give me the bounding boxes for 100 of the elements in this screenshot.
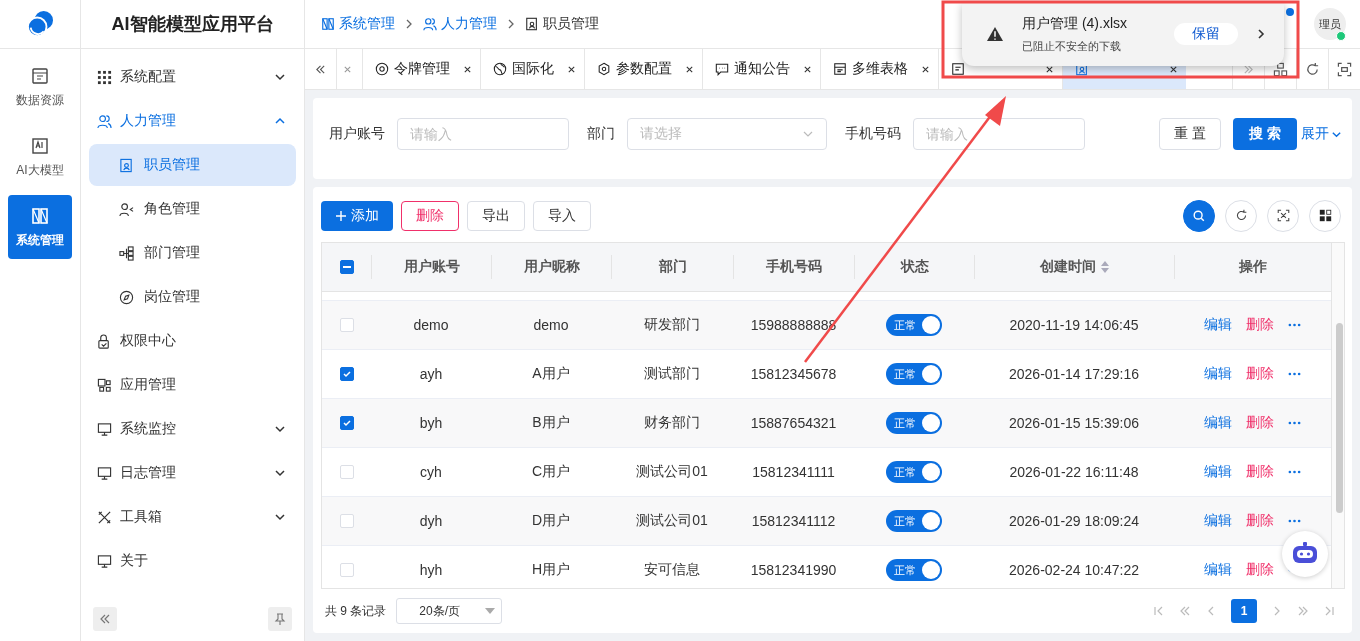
- status-switch[interactable]: 正常: [886, 412, 942, 435]
- menu-item[interactable]: 工具箱: [81, 495, 304, 539]
- menu-item[interactable]: 关于: [81, 539, 304, 583]
- columns-button[interactable]: [1309, 199, 1341, 232]
- fullscreen-icon: [1337, 61, 1352, 77]
- add-button[interactable]: 添加: [321, 200, 393, 231]
- action-link[interactable]: 删除: [1246, 414, 1274, 433]
- pin-icon: [274, 613, 286, 625]
- user-avatar[interactable]: 理员: [1314, 8, 1346, 40]
- more-icon[interactable]: [1288, 470, 1301, 475]
- menu-item[interactable]: 日志管理: [81, 451, 304, 495]
- menu-item[interactable]: 系统配置: [81, 55, 304, 99]
- status-switch[interactable]: 正常: [886, 461, 942, 484]
- select-all-checkbox[interactable]: [339, 260, 354, 275]
- chevron-icon: [274, 511, 286, 523]
- refresh-button[interactable]: [1225, 199, 1257, 232]
- close-icon[interactable]: [567, 64, 576, 74]
- org-chart-icon: [119, 245, 134, 261]
- keep-button[interactable]: 保留: [1174, 23, 1238, 45]
- column-header: 创建时间: [1039, 258, 1096, 277]
- menu-item[interactable]: 人力管理: [81, 99, 304, 143]
- more-icon[interactable]: [1288, 421, 1301, 426]
- input-field[interactable]: 请输入: [397, 118, 569, 150]
- warning-icon: [986, 26, 1004, 42]
- tab[interactable]: 参数配置: [584, 49, 702, 89]
- rail-item[interactable]: 系统管理: [8, 195, 72, 259]
- action-link[interactable]: 删除: [1246, 512, 1274, 531]
- delete-button[interactable]: 删除: [401, 200, 459, 231]
- close-icon[interactable]: [921, 64, 930, 74]
- collapse-button[interactable]: [93, 607, 117, 631]
- tab[interactable]: 通知公告: [702, 49, 820, 89]
- action-link[interactable]: 编辑: [1204, 512, 1232, 531]
- table-cell: C用户: [531, 463, 571, 482]
- action-link[interactable]: 编辑: [1204, 316, 1232, 335]
- submenu-item[interactable]: 角色管理: [89, 188, 296, 230]
- table-cell: 15812341990: [750, 562, 837, 579]
- table-cell: A用户: [532, 365, 570, 384]
- page-button[interactable]: 1: [1231, 599, 1257, 624]
- row-checkbox[interactable]: [339, 416, 354, 431]
- table-cell: H用户: [531, 561, 571, 580]
- separator-icon: [507, 18, 515, 30]
- target-icon: [375, 62, 389, 76]
- total-count: 共 9 条记录: [325, 602, 387, 620]
- action-link[interactable]: 删除: [1246, 365, 1274, 384]
- table-cell: 15812341111: [752, 464, 835, 481]
- field-label: 部门: [587, 125, 615, 143]
- action-link[interactable]: 编辑: [1204, 561, 1232, 580]
- page-size-select[interactable]: 20条/页: [396, 598, 503, 625]
- breadcrumb-item[interactable]: 人力管理: [423, 15, 497, 33]
- close-icon[interactable]: [463, 64, 472, 74]
- table-cell: 测试公司01: [636, 512, 708, 531]
- pin-button[interactable]: [268, 607, 292, 631]
- menu-item[interactable]: 权限中心: [81, 319, 304, 363]
- status-switch[interactable]: 正常: [886, 363, 942, 386]
- search-button[interactable]: [1183, 199, 1215, 232]
- tab[interactable]: 令牌管理: [362, 49, 480, 89]
- menu-item[interactable]: 应用管理: [81, 363, 304, 407]
- tab[interactable]: 多维表格: [820, 49, 938, 89]
- tab[interactable]: 国际化: [480, 49, 584, 89]
- action-link[interactable]: 编辑: [1204, 414, 1232, 433]
- breadcrumb-item[interactable]: 系统管理: [321, 15, 395, 33]
- more-icon[interactable]: [1288, 519, 1301, 524]
- submenu-item[interactable]: 部门管理: [89, 232, 296, 274]
- submenu-item[interactable]: 岗位管理: [89, 276, 296, 318]
- more-icon[interactable]: [1288, 372, 1301, 377]
- table-cell: dyh: [419, 513, 443, 530]
- monitor-icon: [97, 465, 112, 481]
- action-link[interactable]: 删除: [1246, 463, 1274, 482]
- fullscreen-button[interactable]: [1267, 199, 1299, 232]
- layout-icon: [1273, 61, 1288, 77]
- action-link[interactable]: 编辑: [1204, 365, 1232, 384]
- breadcrumb-item[interactable]: 职员管理: [525, 15, 599, 33]
- row-checkbox[interactable]: [339, 367, 354, 382]
- scrollbar[interactable]: [1331, 243, 1344, 589]
- table-cell: 2026-01-29 18:09:24: [1009, 513, 1139, 530]
- close-icon[interactable]: [685, 64, 694, 74]
- rail-item[interactable]: 数据资源: [8, 55, 72, 119]
- search-button[interactable]: 搜 索: [1233, 118, 1297, 150]
- table-cell: hyh: [419, 562, 443, 579]
- input-field[interactable]: 请输入: [913, 118, 1085, 150]
- hexagon-icon: [597, 62, 611, 76]
- grid-icon: [97, 69, 112, 85]
- more-icon[interactable]: [1288, 323, 1301, 328]
- chevron-right-icon[interactable]: [1256, 28, 1266, 40]
- status-switch[interactable]: 正常: [886, 510, 942, 533]
- export-button[interactable]: 导出: [467, 200, 525, 231]
- action-link[interactable]: 删除: [1246, 561, 1274, 580]
- status-switch[interactable]: 正常: [886, 314, 942, 337]
- refresh-icon: [1305, 61, 1320, 77]
- submenu-item[interactable]: 职员管理: [89, 144, 296, 186]
- column-header: 状态: [900, 258, 929, 277]
- action-link[interactable]: 编辑: [1204, 463, 1232, 482]
- status-switch[interactable]: 正常: [886, 559, 942, 582]
- reset-button[interactable]: 重 置: [1159, 118, 1221, 150]
- action-link[interactable]: 删除: [1246, 316, 1274, 335]
- close-icon[interactable]: [803, 64, 812, 74]
- expand-link[interactable]: 展开: [1301, 125, 1342, 143]
- menu-item[interactable]: 系统监控: [81, 407, 304, 451]
- import-button[interactable]: 导入: [533, 200, 591, 231]
- rail-item[interactable]: AI大模型: [8, 125, 72, 189]
